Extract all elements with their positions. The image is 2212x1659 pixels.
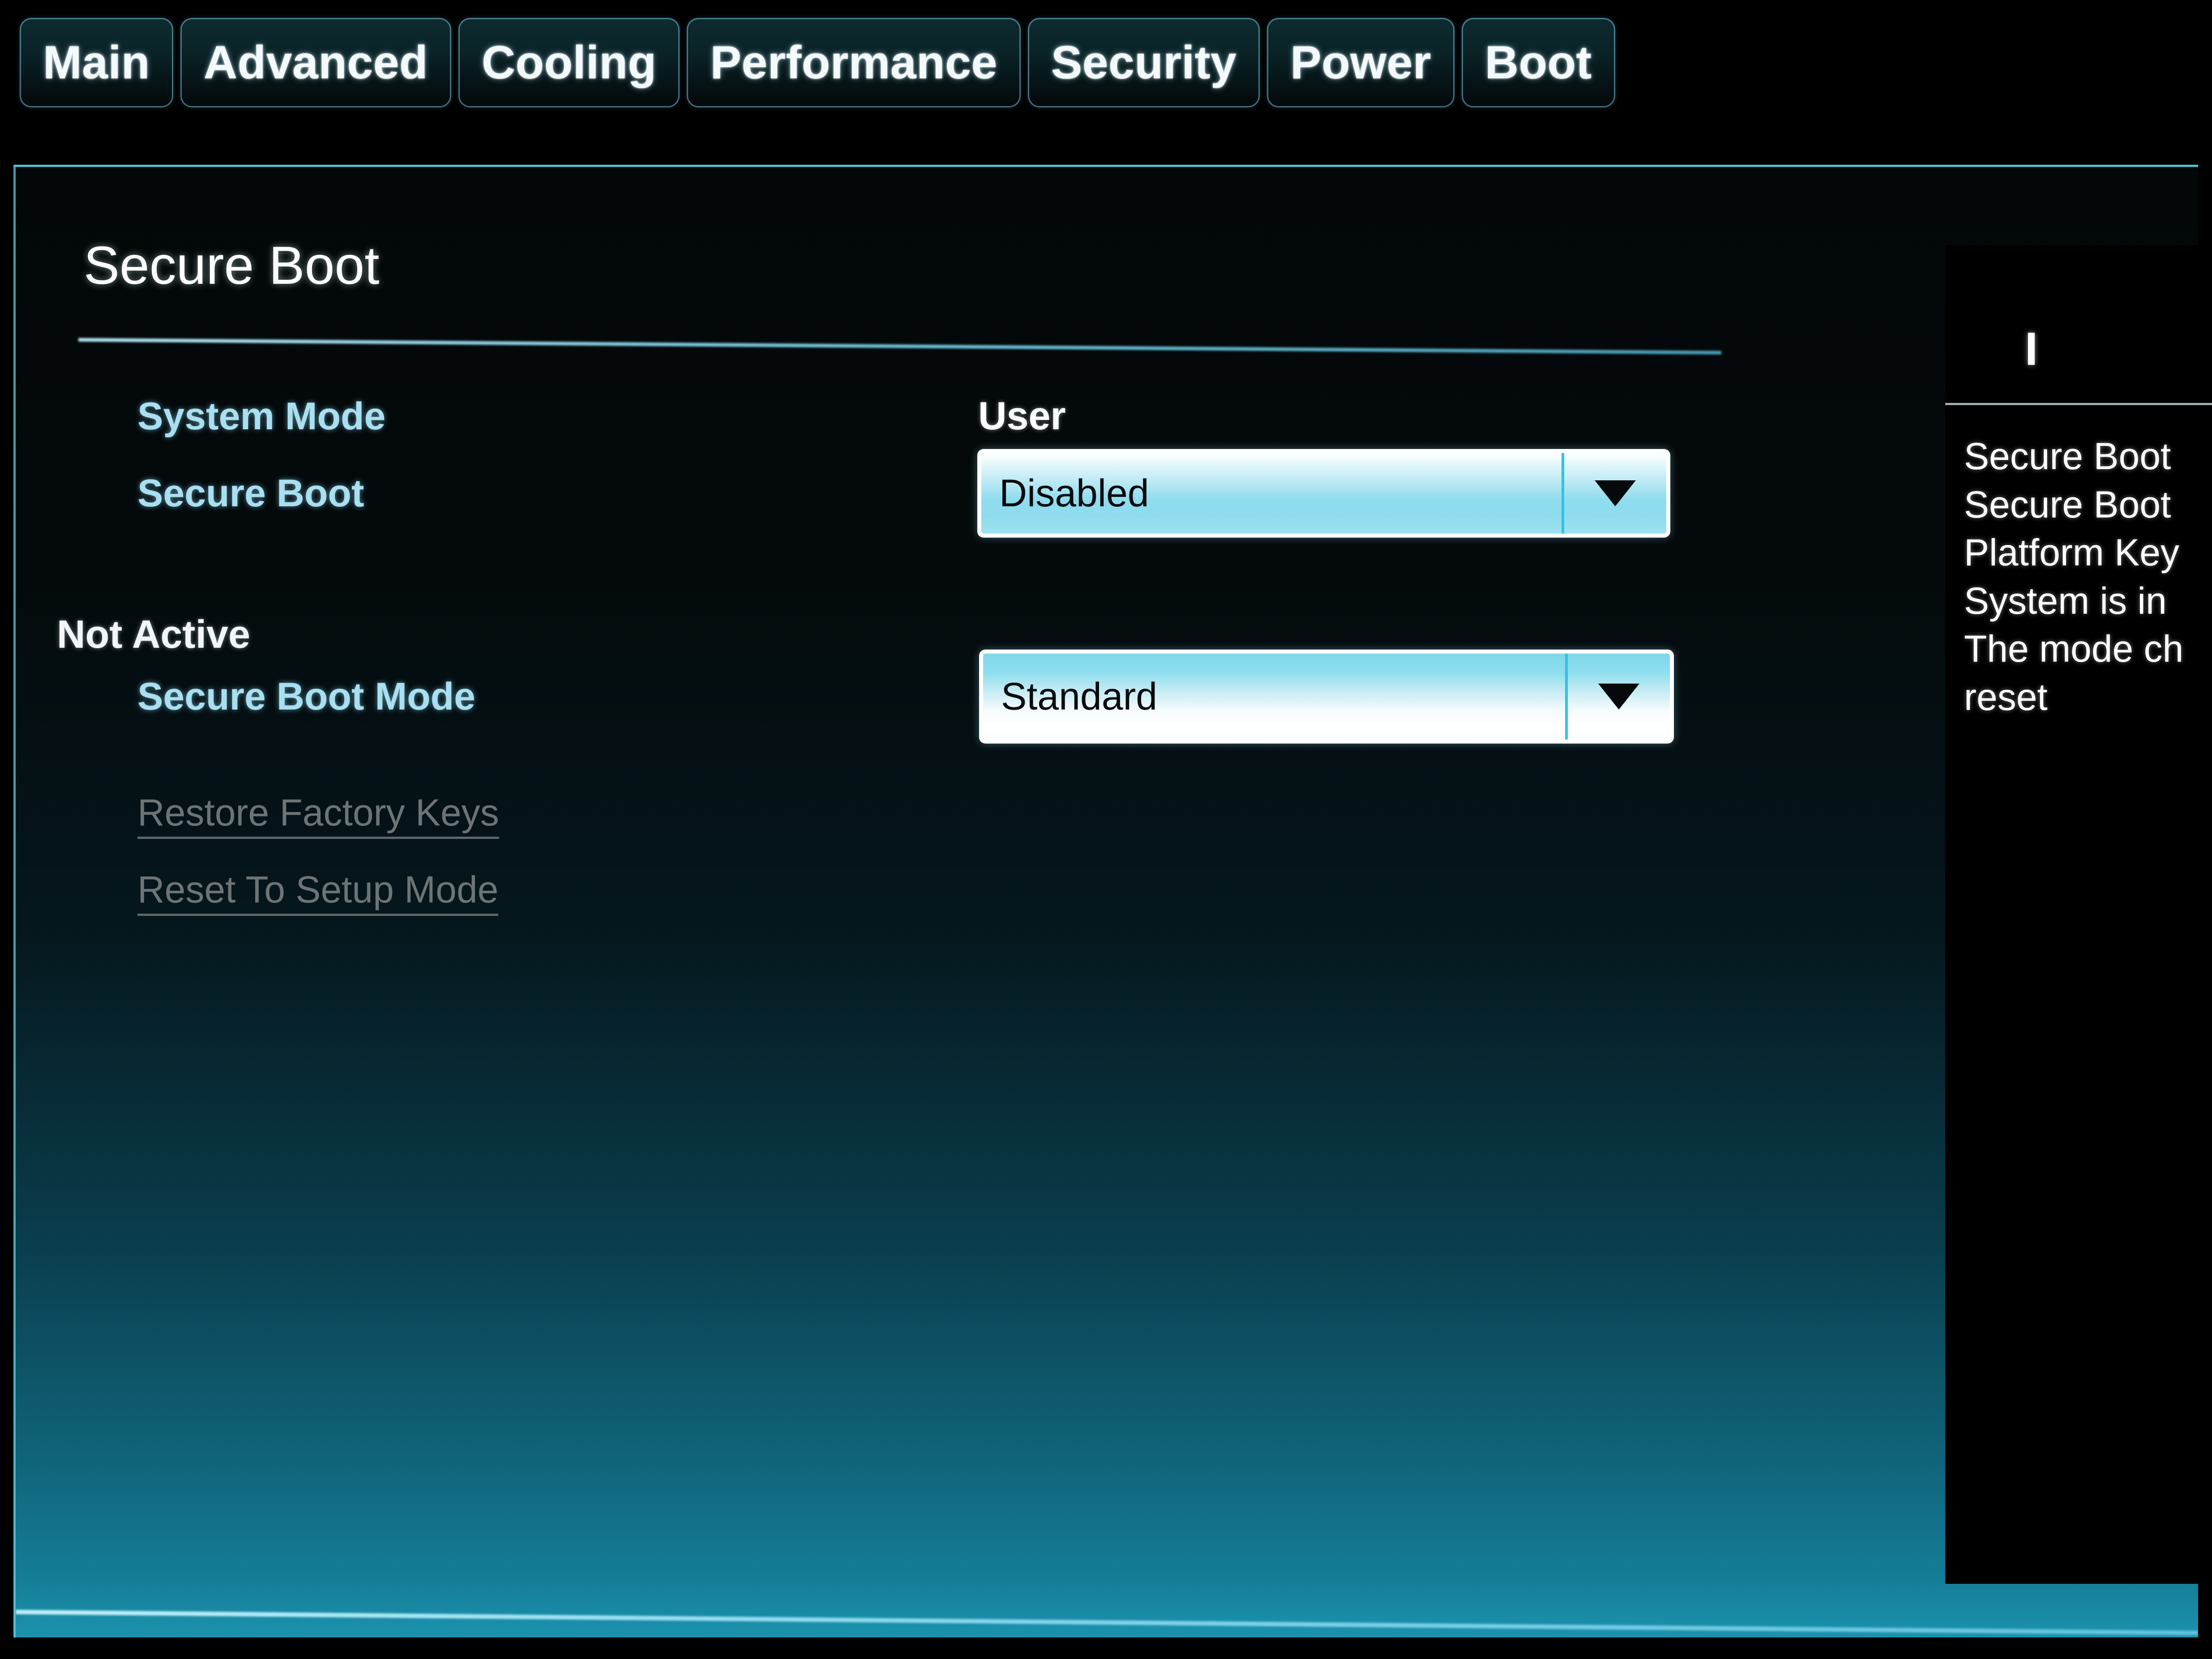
tab-power[interactable]: Power	[1267, 18, 1455, 107]
tab-advanced[interactable]: Advanced	[180, 18, 451, 107]
help-line: Platform Key	[1964, 531, 2179, 574]
label-secure-boot: Secure Boot	[137, 472, 364, 515]
tab-label: Security	[1051, 37, 1237, 89]
tab-boot[interactable]: Boot	[1461, 18, 1615, 107]
tab-security[interactable]: Security	[1027, 18, 1260, 107]
help-line: The mode ch	[1964, 628, 2184, 670]
action-reset-to-setup-mode[interactable]: Reset To Setup Mode	[137, 871, 499, 916]
chevron-down-icon	[1598, 684, 1639, 710]
main-content-panel: Secure Boot System Mode User Secure Boot…	[13, 165, 2198, 1638]
tab-main[interactable]: Main	[20, 18, 173, 107]
panel-bottom-highlight	[16, 1610, 2198, 1635]
page-title: Secure Boot	[84, 235, 380, 295]
help-panel: I Secure Boot Secure Boot Platform Key S…	[1945, 245, 2212, 1584]
tab-label: Main	[43, 37, 150, 89]
tab-cooling[interactable]: Cooling	[458, 18, 680, 107]
help-line: System is in	[1964, 579, 2167, 622]
dropdown-secure-boot[interactable]: Disabled	[977, 449, 1670, 538]
dropdown-secure-boot-field[interactable]: Disabled	[981, 453, 1562, 534]
help-line: reset	[1964, 676, 2048, 718]
dropdown-secure-boot-mode-arrow-button[interactable]	[1565, 654, 1670, 740]
tab-label: Boot	[1485, 37, 1592, 89]
tab-label: Power	[1290, 37, 1431, 89]
tab-label: Cooling	[481, 37, 657, 89]
dropdown-secure-boot-mode-field[interactable]: Standard	[983, 654, 1565, 740]
dropdown-secure-boot-arrow-button[interactable]	[1562, 453, 1666, 534]
status-badge-not-active: Not Active	[57, 612, 250, 656]
help-line: Secure Boot	[1964, 483, 2171, 526]
tab-performance[interactable]: Performance	[687, 18, 1021, 107]
action-restore-factory-keys[interactable]: Restore Factory Keys	[137, 794, 499, 839]
help-panel-title: I	[2025, 323, 2038, 375]
dropdown-secure-boot-value: Disabled	[999, 472, 1149, 515]
title-divider	[78, 338, 1721, 355]
label-system-mode: System Mode	[137, 395, 386, 438]
help-panel-body: Secure Boot Secure Boot Platform Key Sys…	[1964, 432, 2212, 721]
help-panel-divider	[1945, 403, 2212, 405]
help-line: Secure Boot	[1964, 435, 2171, 477]
tab-label: Advanced	[203, 37, 428, 89]
chevron-down-icon	[1595, 480, 1636, 506]
label-secure-boot-mode: Secure Boot Mode	[137, 675, 475, 718]
dropdown-secure-boot-mode-value: Standard	[1001, 675, 1158, 718]
value-system-mode: User	[978, 393, 1066, 438]
bios-setup-screen: Main Advanced Cooling Performance Securi…	[0, 0, 2212, 1659]
dropdown-secure-boot-mode[interactable]: Standard	[979, 650, 1674, 744]
tab-strip: Main Advanced Cooling Performance Securi…	[20, 18, 1615, 107]
tab-bar: Main Advanced Cooling Performance Securi…	[0, 0, 2212, 134]
tab-label: Performance	[710, 37, 997, 89]
